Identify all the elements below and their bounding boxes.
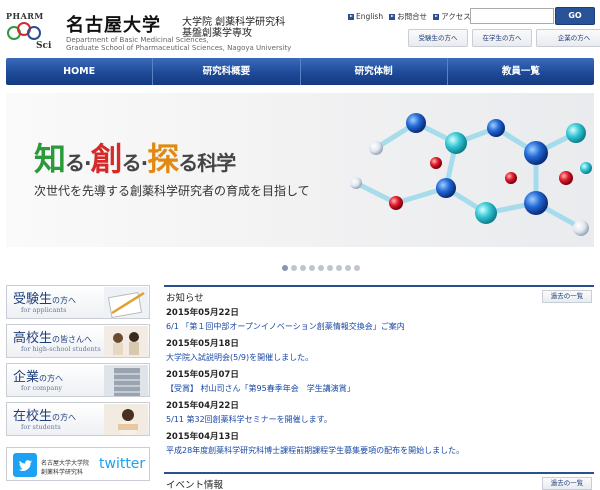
access-link[interactable]: アクセス: [433, 11, 471, 22]
company-link[interactable]: 企業の方へ: [536, 29, 600, 47]
slide-dot[interactable]: [345, 265, 351, 271]
students-link[interactable]: 在学生の方へ: [472, 29, 532, 47]
events-header: イベント情報 過去の一覧: [164, 472, 594, 490]
hero-slide[interactable]: 知る·創る·探る科学 次世代を先導する創薬科学研究者の育成を目指して: [6, 93, 594, 247]
banner-students[interactable]: 在校生の方へ for students: [6, 402, 150, 436]
slide-dot[interactable]: [318, 265, 324, 271]
news-date: 2015年04月13日: [166, 432, 239, 442]
nav-home[interactable]: HOME: [6, 58, 154, 85]
contact-link[interactable]: お問合せ: [389, 11, 427, 22]
events-heading: イベント情報: [166, 480, 224, 490]
slide-dot[interactable]: [336, 265, 342, 271]
nav-overview[interactable]: 研究科概要: [153, 58, 301, 85]
pencil-notebook-image: [104, 287, 148, 318]
news-link[interactable]: 平成28年度創薬科学研究科博士課程前期課程学生募集要項の配布を開始しました。: [166, 444, 594, 458]
slide-pager: [282, 265, 360, 271]
students-image: [104, 326, 148, 357]
arrow-icon: [433, 13, 440, 20]
slide-dot[interactable]: [327, 265, 333, 271]
arrow-icon: [348, 13, 354, 20]
twitter-bird-icon: [13, 453, 37, 477]
twitter-wordmark: twitter: [99, 456, 146, 472]
slide-dot[interactable]: [300, 265, 306, 271]
news-link[interactable]: 6/1 「第１回中部オープンイノベーション創薬情報交換会」ご案内: [166, 320, 594, 334]
banner-company[interactable]: 企業の方へ for company: [6, 363, 150, 397]
news-heading: お知らせ: [166, 293, 204, 304]
main-nav: HOME 研究科概要 研究体制 教員一覧: [6, 58, 594, 85]
applicants-link[interactable]: 受験生の方へ: [408, 29, 468, 47]
news-past-list-button[interactable]: 過去の一覧: [542, 290, 592, 303]
utility-links: English お問合せ アクセス: [348, 11, 471, 22]
university-name[interactable]: 名古屋大学: [66, 11, 161, 37]
events-past-list-button[interactable]: 過去の一覧: [542, 477, 592, 490]
news-item: 2015年05月22日 6/1 「第１回中部オープンイノベーション創薬情報交換会」…: [166, 307, 594, 338]
english-link[interactable]: English: [348, 11, 383, 22]
news-item: 2015年04月22日 5/11 第32回創薬科学セミナーを開催します。: [166, 400, 594, 431]
news-date: 2015年05月07日: [166, 370, 239, 380]
slide-dot[interactable]: [309, 265, 315, 271]
nav-research-structure[interactable]: 研究体制: [301, 58, 448, 85]
molecule-illustration: [350, 113, 592, 236]
news-date: 2015年04月22日: [166, 401, 239, 411]
news-link[interactable]: 5/11 第32回創薬科学セミナーを開催します。: [166, 413, 594, 427]
slide-dot[interactable]: [291, 265, 297, 271]
audience-links: 受験生の方へ 在学生の方へ 企業の方へ: [408, 29, 600, 47]
news-item: 2015年05月07日【受賞】 村山司さん「第95春季年会 学生講演賞」: [166, 369, 594, 400]
hero-title: 知る·創る·探る科学: [34, 140, 236, 178]
news-date: 2015年05月22日: [166, 308, 239, 318]
news-item: 2015年05月18日大学院入試説明会(5/9)を開催しました。: [166, 338, 594, 369]
news-link[interactable]: 大学院入試説明会(5/9)を開催しました。: [166, 351, 594, 365]
arrow-icon: [389, 13, 396, 20]
student-reading-image: [104, 404, 148, 435]
nav-faculty-list[interactable]: 教員一覧: [448, 58, 594, 85]
news-link[interactable]: 【受賞】 村山司さん「第95春季年会 学生講演賞」: [166, 382, 594, 396]
english-name-line-1: Department of Basic Medicinal Sciences,: [66, 36, 209, 44]
banner-applicants[interactable]: 受験生の方へ for applicants: [6, 285, 150, 319]
banner-high-school[interactable]: 高校生の皆さんへ for high-school students: [6, 324, 150, 358]
search-go-button[interactable]: GO: [555, 7, 595, 25]
building-image: [104, 365, 148, 396]
english-name-line-2: Graduate School of Pharmaceutical Scienc…: [66, 44, 292, 52]
twitter-banner[interactable]: 名古屋大学大学院 創薬科学研究科 twitter: [6, 447, 150, 481]
pharm-sci-logo[interactable]: PHARM Sci: [6, 9, 58, 51]
slide-dot[interactable]: [282, 265, 288, 271]
search-input[interactable]: [470, 8, 554, 24]
logo-text-bottom: Sci: [36, 41, 52, 51]
logo-rings-icon: [7, 22, 41, 40]
site-header: PHARM Sci 名古屋大学 大学院 創薬科学研究科 基盤創薬学専攻 Depa…: [0, 0, 600, 57]
news-header: お知らせ 過去の一覧: [164, 285, 594, 305]
slide-dot[interactable]: [354, 265, 360, 271]
news-list: 2015年05月22日 6/1 「第１回中部オープンイノベーション創薬情報交換会」…: [166, 307, 594, 462]
news-date: 2015年05月18日: [166, 339, 239, 349]
news-item: 2015年04月13日平成28年度創薬科学研究科博士課程前期課程学生募集要項の配…: [166, 431, 594, 462]
hero-subtitle: 次世代を先導する創薬科学研究者の育成を目指して: [34, 184, 310, 198]
